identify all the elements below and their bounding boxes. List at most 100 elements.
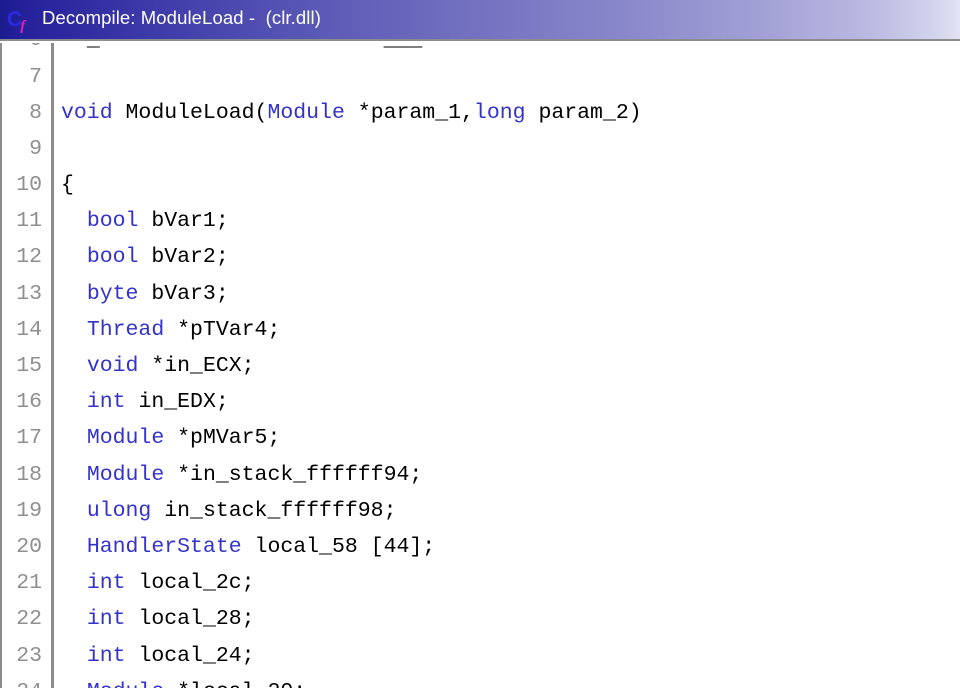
code-line-text[interactable]: int local_28; — [54, 609, 960, 631]
line-number: 13 — [16, 281, 42, 306]
code-line-text[interactable]: { — [54, 173, 960, 198]
code-line[interactable]: 23 int local_24; — [2, 638, 960, 675]
code-token-plain: ) — [628, 100, 642, 125]
code-line[interactable]: 14 Thread *pTVar4; — [2, 312, 960, 349]
code-line-text[interactable]: int local_2c; — [54, 571, 960, 596]
decompiler-window: C f Decompile: ModuleLoad - (clr.dll) 6 … — [0, 0, 960, 688]
code-line-text[interactable]: Module *local_20; — [54, 680, 960, 688]
code-line-text[interactable]: bool bVar1; — [54, 211, 960, 233]
decompiler-c-function-icon: C f — [7, 7, 33, 35]
code-line[interactable]: 21 int local_2c; — [2, 565, 960, 602]
code-line-text[interactable]: Module *in_stack_ffffff94; — [54, 462, 960, 487]
code-line[interactable]: 15 void *in_ECX; — [2, 348, 960, 385]
line-number: 9 — [29, 136, 42, 161]
code-token-variable: pMVar5 — [190, 426, 268, 451]
code-line[interactable]: 7 — [2, 59, 960, 96]
code-token-type: Module — [87, 680, 164, 688]
code-token-plain: * — [138, 354, 165, 379]
code-token-type: int — [86, 571, 126, 596]
code-line-text[interactable]: _ ___ _ — [54, 43, 960, 52]
code-token-parameter: param_2 — [538, 100, 629, 125]
window-titlebar[interactable]: C f Decompile: ModuleLoad - (clr.dll) — [0, 0, 960, 41]
code-token-plain: ]; — [409, 534, 436, 559]
code-token-variable: in_ECX — [164, 354, 242, 379]
code-line-text[interactable]: ulong in_stack_ffffff98; — [54, 498, 960, 523]
code-line-text[interactable]: int local_24; — [54, 643, 960, 668]
code-token-plain: ( — [254, 100, 268, 125]
code-line-text[interactable]: byte bVar3; — [54, 281, 960, 306]
code-line[interactable]: 16 int in_EDX; — [2, 384, 960, 422]
code-token-plain: ; — [215, 281, 229, 306]
code-token-type: int — [86, 643, 126, 668]
code-line[interactable]: 18 Module *in_stack_ffffff94; — [2, 457, 960, 494]
code-token-type: bool — [86, 209, 139, 234]
code-line[interactable]: 20 HandlerState local_58 [44]; — [2, 529, 960, 566]
code-line[interactable]: 22 int local_28; — [2, 602, 960, 639]
line-number: 19 — [16, 498, 42, 523]
code-token-variable: in_EDX — [138, 390, 216, 415]
decompiler-code-view[interactable]: 6 _ ___ _78void ModuleLoad(Module *param… — [0, 43, 960, 688]
code-line[interactable]: 12 bool bVar2; — [2, 240, 960, 277]
code-token-type: void — [86, 354, 139, 379]
code-token-plain: ; — [241, 607, 255, 632]
code-token-type: byte — [86, 281, 139, 306]
code-token-variable: local_58 — [254, 534, 358, 559]
code-line[interactable]: 13 byte bVar3; — [2, 276, 960, 313]
code-token-plain: ; — [241, 571, 255, 596]
code-token-type: ulong — [86, 498, 152, 523]
code-token-variable: local_20 — [190, 680, 293, 688]
code-line-text[interactable]: int in_EDX; — [54, 390, 960, 415]
code-line-text[interactable]: bool bVar2; — [54, 247, 960, 269]
code-line-text[interactable]: void ModuleLoad(Module *param_1,long par… — [54, 100, 960, 125]
code-token-variable: in_stack_ffffff98 — [164, 498, 384, 523]
code-token-plain: { — [61, 173, 74, 198]
code-line[interactable]: 8 void ModuleLoad(Module *param_1,long pa… — [2, 95, 960, 132]
code-line[interactable]: 9 — [2, 131, 960, 168]
code-token-variable: bVar2 — [151, 245, 216, 270]
code-token-plain: ; — [293, 680, 306, 688]
line-number: 16 — [16, 390, 42, 415]
line-number: 18 — [16, 462, 42, 487]
code-token-type: int — [86, 607, 126, 632]
code-token-type: Thread — [86, 317, 165, 342]
code-line-text[interactable]: Thread *pTVar4; — [54, 317, 960, 342]
code-token-type: Module — [86, 462, 165, 487]
code-line[interactable]: 10 { — [2, 167, 960, 204]
code-token-plain: * — [164, 680, 190, 688]
code-line-text[interactable]: HandlerState local_58 [44]; — [54, 534, 960, 559]
code-line[interactable]: 6 _ ___ _ — [2, 43, 960, 60]
code-line[interactable]: 19 ulong in_stack_ffffff98; — [2, 493, 960, 530]
code-token-plain: ; — [215, 245, 229, 270]
code-token-plain: ; — [267, 317, 281, 342]
code-line-text[interactable]: void *in_ECX; — [54, 354, 960, 379]
svg-text:f: f — [20, 18, 27, 33]
line-number: 21 — [16, 571, 42, 596]
code-token-plain: * — [164, 426, 191, 451]
gutter-separator — [51, 131, 54, 168]
code-line-text[interactable]: Module *pMVar5; — [54, 428, 960, 450]
code-line[interactable]: 17 Module *pMVar5; — [2, 421, 960, 458]
line-number: 23 — [16, 643, 42, 668]
code-token-plain: * — [344, 100, 371, 125]
code-line[interactable]: 24 Module *local_20; — [2, 674, 960, 688]
code-line[interactable]: 11 bool bVar1; — [2, 203, 960, 241]
code-token-plain: ; — [215, 209, 229, 234]
code-token-parameter: param_1 — [370, 100, 462, 125]
line-number: 10 — [16, 173, 42, 198]
code-token-variable: local_24 — [138, 643, 242, 668]
code-token-plain: * — [164, 462, 191, 487]
